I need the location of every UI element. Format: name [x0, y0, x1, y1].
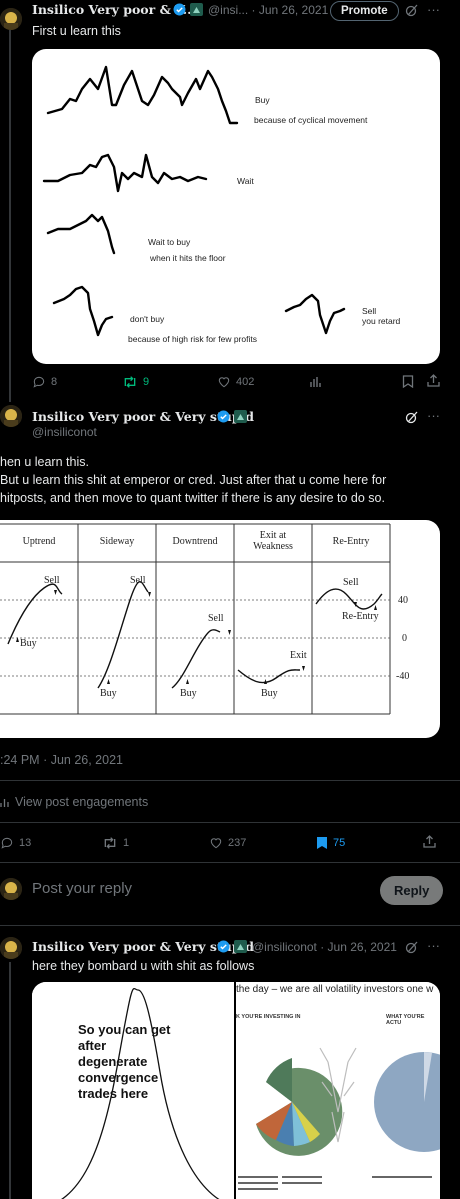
- tweet-text-line: hitposts, and then move to quant twitter…: [0, 491, 385, 505]
- analytics-icon[interactable]: [310, 375, 322, 393]
- bookmark-icon[interactable]: [402, 375, 414, 393]
- heart-icon: [218, 377, 230, 388]
- avatar[interactable]: [0, 937, 22, 959]
- verified-badge-icon: [217, 940, 230, 958]
- repost-action[interactable]: 9: [122, 375, 149, 389]
- promote-button[interactable]: Promote: [330, 1, 399, 21]
- table-header: Re-Entry: [332, 536, 370, 547]
- like-action[interactable]: 402: [217, 375, 254, 389]
- thread-connector: [9, 30, 11, 402]
- grok-icon[interactable]: [405, 3, 419, 22]
- divider: [0, 862, 460, 863]
- grok-icon[interactable]: [405, 940, 419, 959]
- label-re-entry: Re-Entry: [342, 611, 379, 622]
- reply-icon: [1, 837, 13, 849]
- reply-input[interactable]: Post your reply: [32, 880, 132, 897]
- share-icon[interactable]: [427, 374, 440, 392]
- image-header: the day – we are all volatility investor…: [236, 984, 434, 995]
- repost-icon: [124, 376, 136, 388]
- avatar[interactable]: [0, 405, 22, 427]
- reply-action[interactable]: 8: [32, 375, 57, 389]
- label-sell: Sell: [44, 575, 60, 586]
- reply-icon: [33, 376, 45, 388]
- label-buy: Buy: [255, 95, 270, 105]
- label-buy: Buy: [180, 688, 197, 699]
- bell-curve-image[interactable]: So you can get after degenerate converge…: [32, 982, 234, 1199]
- tweet-text-line: But u learn this shit at emperor or cred…: [0, 473, 387, 487]
- level-label: 0: [402, 633, 407, 644]
- repost-icon: [104, 837, 116, 849]
- thread-connector: [9, 962, 11, 1199]
- author-handle-date[interactable]: @insiliconot · Jun 26, 2021: [252, 940, 397, 954]
- tweet-text-line: hen u learn this.: [0, 455, 89, 469]
- table-header: Downtrend: [172, 536, 218, 547]
- post-timestamp[interactable]: :24 PM · Jun 26, 2021: [0, 753, 123, 767]
- more-options-icon[interactable]: ···: [427, 408, 440, 423]
- reply-count: 8: [51, 376, 58, 388]
- reply-action[interactable]: 13: [0, 836, 31, 850]
- label-wait: Wait: [237, 176, 254, 186]
- trend-table-diagram: [0, 523, 391, 715]
- table-header: Exit at Weakness: [253, 530, 293, 552]
- label-buy: Buy: [20, 638, 37, 649]
- more-options-icon[interactable]: ···: [427, 2, 440, 17]
- tweet-image-pair[interactable]: So you can get after degenerate converge…: [32, 982, 440, 1199]
- view-engagements-link[interactable]: View post engagements: [0, 795, 148, 809]
- label-wait-to-buy: Wait to buy: [148, 237, 191, 247]
- table-header: Sideway: [99, 536, 135, 547]
- repost-count: 9: [143, 376, 150, 388]
- affiliate-badge-icon: [234, 940, 247, 958]
- label-buy: Buy: [261, 688, 278, 699]
- label-sell-reason: you retard: [362, 316, 401, 326]
- tweet-text: here they bombard u with shit as follows: [32, 959, 255, 973]
- level-label: 40: [398, 595, 408, 606]
- like-count: 402: [236, 376, 255, 388]
- reply-button[interactable]: Reply: [380, 876, 444, 905]
- share-icon[interactable]: [423, 835, 436, 853]
- bookmark-action[interactable]: 75: [316, 836, 345, 850]
- label-sell: Sell: [208, 613, 224, 624]
- reply-count: 13: [19, 837, 32, 849]
- verified-badge-icon: [173, 3, 186, 21]
- label-dont-buy: don't buy: [130, 314, 165, 324]
- like-count: 237: [228, 837, 247, 849]
- repost-action[interactable]: 1: [102, 836, 129, 850]
- author-handle[interactable]: @insiliconot: [32, 425, 97, 439]
- avatar[interactable]: [0, 878, 22, 900]
- label-buy-reason: because of cyclical movement: [254, 115, 368, 125]
- label-sell: Sell: [343, 577, 359, 588]
- author-name[interactable]: Insilico Very poor & V...: [32, 2, 196, 17]
- analytics-icon: [0, 799, 9, 807]
- like-action[interactable]: 237: [209, 836, 246, 850]
- engagements-label: View post engagements: [15, 795, 149, 809]
- volatility-pie-image[interactable]: the day – we are all volatility investor…: [236, 982, 440, 1199]
- grok-icon[interactable]: [405, 410, 419, 429]
- divider: [0, 822, 460, 823]
- overlay-caption: So you can get after degenerate converge…: [78, 1022, 171, 1101]
- divider: [0, 780, 460, 781]
- label-dont-buy-reason: because of high risk for few profits: [128, 334, 257, 344]
- verified-badge-icon: [217, 410, 230, 428]
- bookmark-count: 75: [333, 837, 346, 849]
- label-buy: Buy: [100, 688, 117, 699]
- label-sell: Sell: [362, 306, 377, 316]
- avatar[interactable]: [0, 8, 22, 30]
- tweet-image-cycles[interactable]: Buy because of cyclical movement Wait Wa…: [32, 49, 440, 364]
- table-header: Uptrend: [22, 536, 56, 547]
- divider: [0, 925, 460, 926]
- repost-count: 1: [123, 837, 130, 849]
- pie-charts-graphic: [238, 1047, 440, 1190]
- affiliate-badge-icon: [190, 3, 203, 21]
- bookmark-filled-icon: [317, 837, 327, 849]
- author-handle-date[interactable]: @insi... · Jun 26, 2021: [208, 3, 328, 17]
- label-wait-to-buy-reason: when it hits the floor: [150, 253, 226, 263]
- label-sell: Sell: [130, 575, 146, 586]
- level-label: -40: [396, 671, 410, 682]
- heart-icon: [210, 838, 222, 849]
- tweet-text: First u learn this: [32, 24, 121, 38]
- affiliate-badge-icon: [234, 410, 247, 428]
- label-exit: Exit: [290, 650, 307, 661]
- more-options-icon[interactable]: ···: [427, 938, 440, 953]
- tweet-image-trend-table[interactable]: Uptrend Sideway Downtrend Exit at Weakne…: [0, 520, 440, 738]
